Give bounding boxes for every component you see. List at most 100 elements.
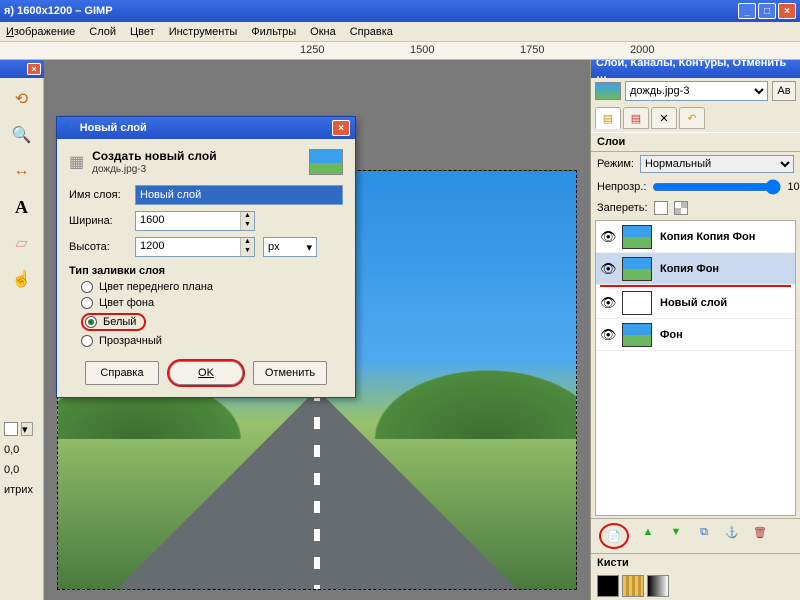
brushes-header: Кисти (591, 553, 800, 572)
name-label: Имя слоя: (69, 189, 127, 201)
maximize-button[interactable]: □ (758, 3, 776, 19)
cancel-button[interactable]: Отменить (253, 361, 327, 385)
tab-undo[interactable]: ↶ (679, 107, 705, 129)
horizontal-ruler: 1250 1500 1750 2000 (0, 42, 800, 60)
lock-pixels-checkbox[interactable] (654, 201, 668, 215)
width-spinner[interactable]: 1600▲▼ (135, 211, 255, 231)
mode-label: Режим: (597, 158, 634, 170)
visibility-icon[interactable]: 👁 (600, 261, 614, 277)
annotation-circle: 📄 (599, 523, 629, 549)
panel-title: Слои, Каналы, Контуры, Отменить … (591, 60, 800, 78)
eraser-tool-icon[interactable]: ▱ (11, 232, 33, 254)
width-label: Ширина: (69, 215, 127, 227)
new-layer-dialog: 🐾 Новый слой × ▦ Создать новый слой дождь… (56, 116, 356, 398)
dialog-titlebar: 🐾 Новый слой × (57, 117, 355, 139)
layers-panel: Слои, Каналы, Контуры, Отменить … дождь.… (590, 60, 800, 600)
minimize-button[interactable]: _ (738, 3, 756, 19)
layer-row[interactable]: 👁 Копия Фон (596, 253, 795, 285)
help-button[interactable]: Справка (85, 361, 159, 385)
zoom-tool-icon[interactable]: 🔍 (11, 124, 33, 146)
dialog-title: Новый слой (80, 122, 147, 134)
option-box[interactable] (4, 422, 18, 436)
value-1: 0,0 (4, 444, 19, 456)
ok-button[interactable]: OK (169, 361, 243, 385)
lower-layer-button[interactable]: ▼ (667, 523, 685, 541)
toolbox: ⟲ 🔍 ↔ A ▱ ☝ (0, 60, 44, 600)
brush-swatch[interactable] (647, 575, 669, 597)
layer-thumb (622, 257, 652, 281)
layer-row[interactable]: 👁 Новый слой (596, 287, 795, 319)
layer-list: 👁 Копия Копия Фон 👁 Копия Фон 👁 Новый сл… (595, 220, 796, 516)
gimp-icon: 🐾 (62, 122, 76, 135)
rotate-tool-icon[interactable]: ⟲ (11, 88, 33, 110)
layer-buttons: 📄 ▲ ▼ ⧉ ⚓ 🗑 (591, 518, 800, 553)
layer-row[interactable]: 👁 Фон (596, 319, 795, 351)
new-layer-button[interactable]: 📄 (605, 527, 623, 545)
layer-row[interactable]: 👁 Копия Копия Фон (596, 221, 795, 253)
layer-name: Фон (660, 329, 683, 341)
text-tool-icon[interactable]: A (11, 196, 33, 218)
lock-alpha-checkbox[interactable] (674, 201, 688, 215)
brush-swatch[interactable] (622, 575, 644, 597)
annotation-oval: Белый (81, 313, 146, 331)
dialog-heading: Создать новый слой (92, 149, 216, 163)
anchor-layer-button[interactable]: ⚓ (723, 523, 741, 541)
fill-transparent-radio[interactable]: Прозрачный (81, 335, 343, 347)
menu-filters[interactable]: Фильтры (251, 26, 296, 38)
layer-thumb (622, 225, 652, 249)
visibility-icon[interactable]: 👁 (600, 229, 614, 245)
menu-color[interactable]: Цвет (130, 26, 155, 38)
menu-image[interactable]: ИИзображениезображение (6, 26, 75, 38)
panel-tabs: ▤ ▤ ✕ ↶ (591, 104, 800, 132)
opacity-label: Непрозр.: (597, 181, 646, 193)
measure-tool-icon[interactable]: ↔ (11, 160, 33, 182)
raise-layer-button[interactable]: ▲ (639, 523, 657, 541)
toolbox-titlebar: × (0, 60, 44, 78)
fill-bg-radio[interactable]: Цвет фона (81, 297, 343, 309)
blend-mode-select[interactable]: Нормальный (640, 155, 794, 173)
tab-channels[interactable]: ▤ (623, 107, 649, 129)
close-button[interactable]: × (778, 3, 796, 19)
dropdown-icon[interactable]: ▾ (21, 422, 33, 436)
menu-tools[interactable]: Инструменты (169, 26, 238, 38)
layer-name-input[interactable] (135, 185, 343, 205)
layer-name: Копия Фон (660, 263, 719, 275)
window-title: я) 1600x1200 – GIMP (4, 5, 738, 17)
main-titlebar: я) 1600x1200 – GIMP _ □ × (0, 0, 800, 22)
delete-layer-button[interactable]: 🗑 (751, 523, 769, 541)
fill-fg-radio[interactable]: Цвет переднего плана (81, 281, 343, 293)
menu-bar: ИИзображениезображение Слой Цвет Инструм… (0, 22, 800, 42)
layer-icon: ▦ (69, 152, 84, 172)
stroke-label: итрих (4, 484, 33, 496)
value-2: 0,0 (4, 464, 19, 476)
height-label: Высота: (69, 241, 127, 253)
fill-white-radio[interactable]: Белый (81, 313, 343, 331)
menu-layer[interactable]: Слой (89, 26, 116, 38)
visibility-icon[interactable]: 👁 (600, 295, 614, 311)
dialog-close-button[interactable]: × (332, 120, 350, 136)
layer-name: Копия Копия Фон (660, 231, 755, 243)
brush-swatch[interactable] (597, 575, 619, 597)
layers-header: Слои (591, 132, 800, 152)
lock-label: Запереть: (597, 202, 648, 214)
layer-thumb (622, 291, 652, 315)
doc-thumb (595, 82, 621, 100)
menu-help[interactable]: Справка (350, 26, 393, 38)
duplicate-layer-button[interactable]: ⧉ (695, 523, 713, 541)
visibility-icon[interactable]: 👁 (600, 327, 614, 343)
preview-thumb (309, 149, 343, 175)
menu-windows[interactable]: Окна (310, 26, 336, 38)
document-select[interactable]: дождь.jpg-3 (625, 81, 768, 101)
tab-layers[interactable]: ▤ (595, 107, 621, 129)
tab-paths[interactable]: ✕ (651, 107, 677, 129)
layer-name: Новый слой (660, 297, 727, 309)
smudge-tool-icon[interactable]: ☝ (11, 268, 33, 290)
height-spinner[interactable]: 1200▲▼ (135, 237, 255, 257)
unit-select[interactable]: px▾ (263, 237, 317, 257)
auto-button[interactable]: Ав (772, 81, 796, 101)
opacity-slider[interactable] (652, 179, 781, 195)
fill-type-header: Тип заливки слоя (69, 265, 343, 277)
toolbox-close-button[interactable]: × (27, 63, 41, 75)
dialog-file: дождь.jpg-3 (92, 164, 146, 175)
layer-thumb (622, 323, 652, 347)
